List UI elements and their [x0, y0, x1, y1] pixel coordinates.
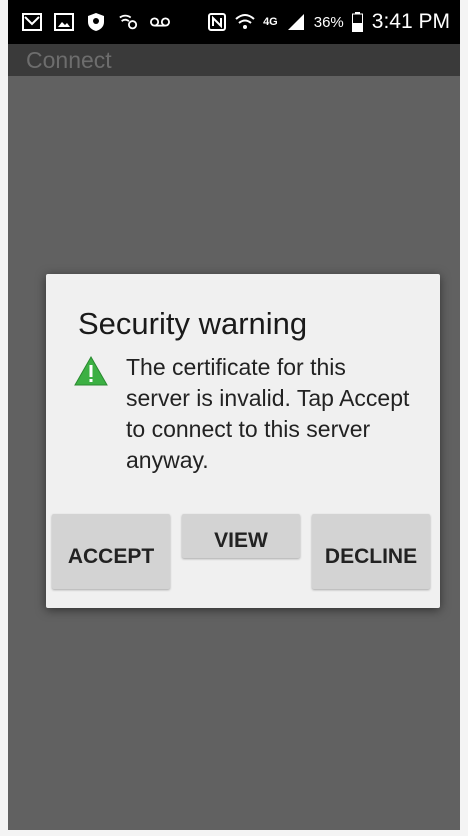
system-icons: 4G 36% 3:41 PM	[207, 10, 460, 34]
view-button[interactable]: VIEW	[182, 514, 300, 558]
lte-icon: 4G	[263, 16, 278, 28]
gallery-icon	[54, 12, 74, 32]
voicemail-icon	[150, 12, 170, 32]
screen-border-right	[460, 0, 468, 836]
clock: 3:41 PM	[371, 10, 450, 33]
gmail-icon	[22, 12, 42, 32]
wifi-icon	[235, 12, 255, 32]
warning-triangle-icon	[74, 355, 108, 386]
shield-icon	[86, 12, 106, 32]
battery-icon	[352, 12, 364, 32]
screen-border-left	[0, 0, 8, 836]
signal-icon	[286, 12, 306, 32]
decline-button[interactable]: DECLINE	[312, 514, 430, 589]
nfc-icon	[207, 12, 227, 32]
security-warning-dialog: Security warning The certificate for thi…	[46, 274, 440, 608]
accept-button[interactable]: ACCEPT	[52, 514, 170, 589]
dialog-title: Security warning	[78, 306, 308, 341]
screen-border-bottom	[0, 830, 468, 836]
dialog-message: The certificate for this server is inval…	[126, 354, 410, 473]
app-bar: Connect	[8, 44, 460, 76]
battery-percent: 36%	[313, 13, 344, 31]
status-bar: 4G 36% 3:41 PM	[8, 0, 460, 44]
app-title: Connect	[26, 46, 112, 73]
notification-icons	[8, 12, 170, 32]
wifi-calling-icon	[118, 12, 138, 32]
